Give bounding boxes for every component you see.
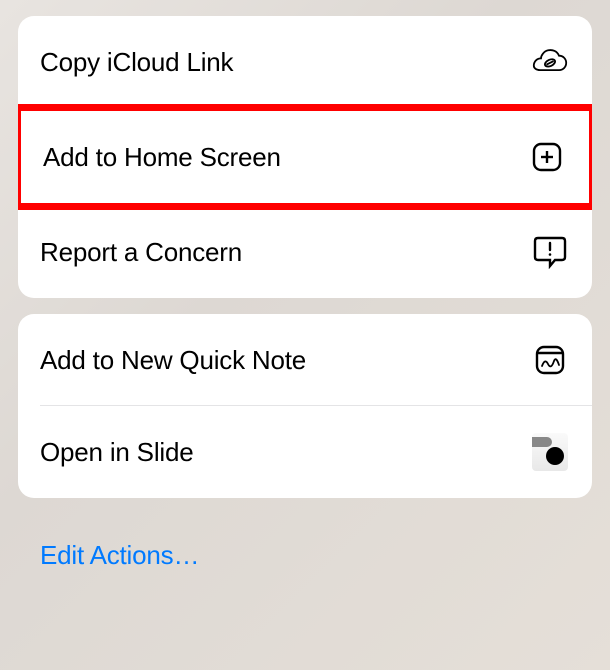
slide-app-icon [532, 434, 568, 470]
add-square-icon [529, 139, 565, 175]
highlight-annotation: Add to Home Screen [18, 104, 592, 210]
menu-item-label: Report a Concern [40, 237, 242, 268]
menu-item-copy-icloud-link[interactable]: Copy iCloud Link [18, 16, 592, 108]
menu-item-label: Copy iCloud Link [40, 47, 233, 78]
share-sheet-group-2: Add to New Quick Note Open in Slide [18, 314, 592, 498]
report-speech-icon [532, 234, 568, 270]
share-sheet-group-1: Copy iCloud Link Add to Home Screen Repo… [18, 16, 592, 298]
edit-actions-label: Edit Actions… [40, 540, 199, 570]
menu-item-open-in-slide[interactable]: Open in Slide [18, 406, 592, 498]
edit-actions-link[interactable]: Edit Actions… [18, 514, 592, 575]
menu-item-label: Add to Home Screen [43, 142, 281, 173]
quick-note-icon [532, 342, 568, 378]
menu-item-label: Add to New Quick Note [40, 345, 306, 376]
menu-item-label: Open in Slide [40, 437, 194, 468]
cloud-link-icon [532, 44, 568, 80]
menu-item-report-concern[interactable]: Report a Concern [18, 206, 592, 298]
menu-item-add-quick-note[interactable]: Add to New Quick Note [18, 314, 592, 406]
menu-item-add-to-home-screen[interactable]: Add to Home Screen [21, 111, 589, 203]
